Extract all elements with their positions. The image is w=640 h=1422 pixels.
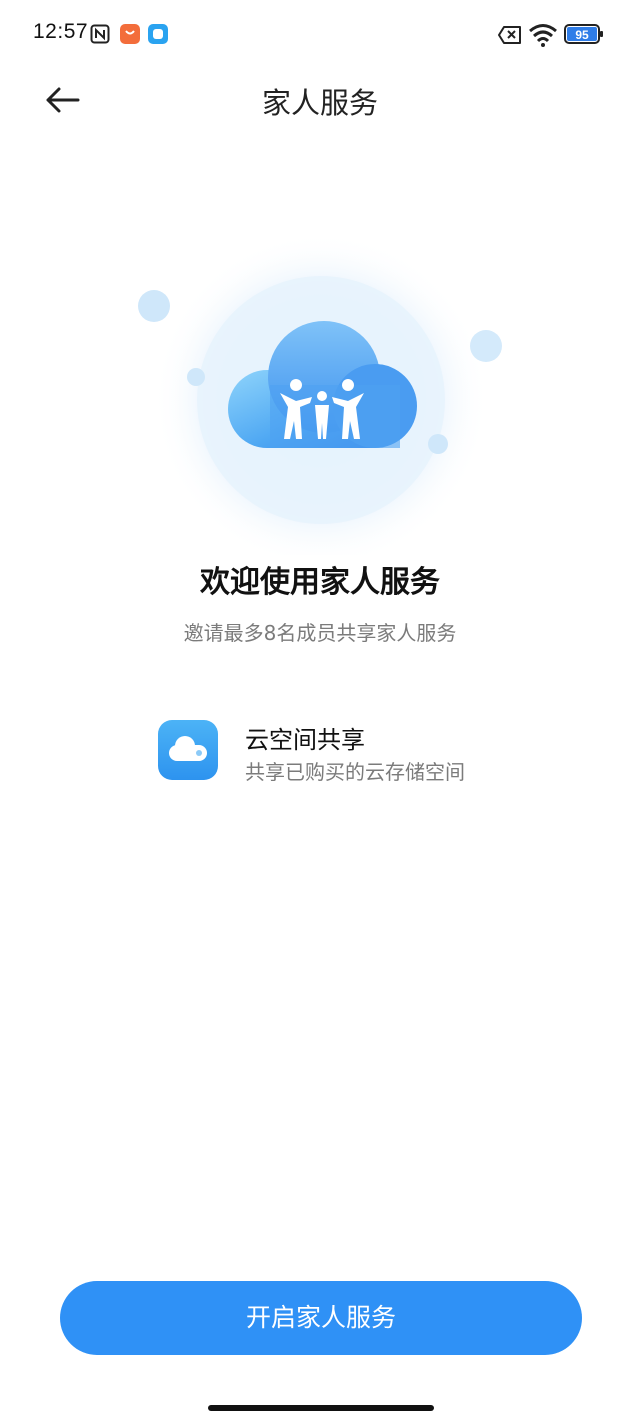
nfc-icon bbox=[90, 24, 110, 44]
header: 家人服务 bbox=[0, 70, 640, 130]
welcome-title: 欢迎使用家人服务 bbox=[200, 565, 440, 600]
battery-level: 95 bbox=[575, 28, 589, 42]
wifi-icon bbox=[529, 24, 557, 47]
status-bar: 12:57 95 bbox=[0, 0, 640, 70]
enable-family-service-button[interactable]: 开启家人服务 bbox=[60, 1281, 582, 1355]
family-cloud-illustration bbox=[130, 225, 510, 568]
app-notification-icon bbox=[148, 24, 168, 44]
feature-title: 云空间共享 bbox=[245, 726, 365, 754]
feature-cloud-space-share: 云空间共享 共享已购买的云存储空间 bbox=[158, 720, 518, 784]
mi-app-icon bbox=[120, 24, 140, 44]
welcome-subtitle: 邀请最多8名成员共享家人服务 bbox=[183, 621, 457, 645]
page-title: 家人服务 bbox=[261, 86, 378, 120]
status-time: 12:57 bbox=[33, 20, 89, 43]
feature-description: 共享已购买的云存储空间 bbox=[245, 760, 465, 784]
no-sim-icon bbox=[498, 26, 521, 44]
cloud-icon bbox=[158, 720, 218, 780]
battery-icon: 95 bbox=[564, 24, 603, 44]
home-indicator[interactable] bbox=[208, 1405, 434, 1411]
